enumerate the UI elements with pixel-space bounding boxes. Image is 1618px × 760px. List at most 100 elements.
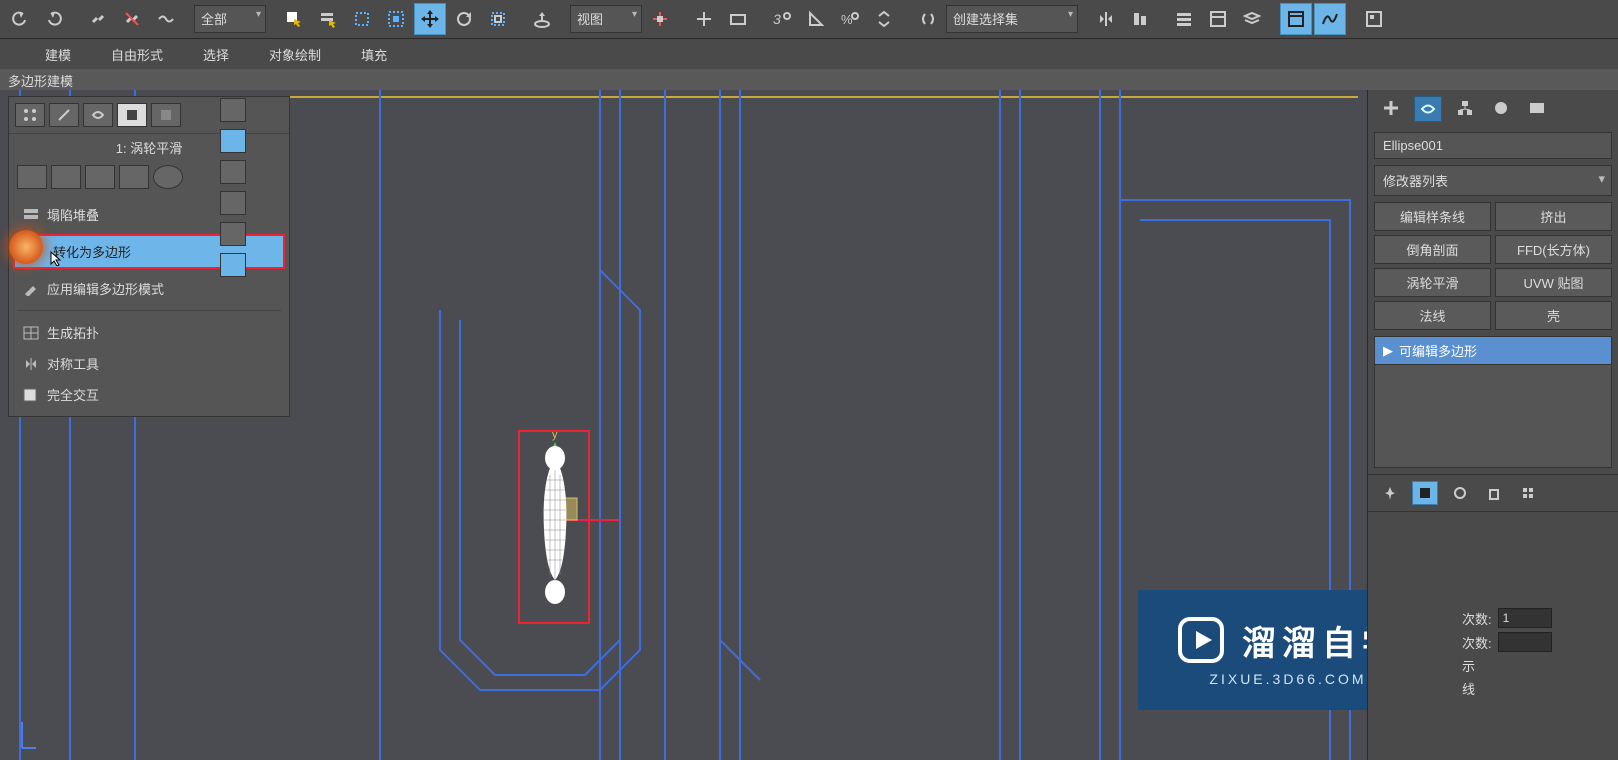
collapse-stack-icon (23, 208, 39, 222)
apply-edit-poly-icon (23, 282, 39, 296)
hierarchy-tab-icon[interactable] (1452, 96, 1478, 120)
btn-uvw-map[interactable]: UVW 贴图 (1495, 268, 1612, 297)
select-and-scale-icon[interactable] (482, 3, 514, 35)
selected-object[interactable]: y x (500, 420, 620, 640)
rect-region-icon[interactable] (346, 3, 378, 35)
stack-btn-5[interactable] (153, 165, 183, 189)
tab-object-paint[interactable]: 对象绘制 (269, 45, 321, 64)
reference-coordinate-label: 视图 (577, 12, 603, 27)
btn-extrude[interactable]: 挤出 (1495, 202, 1612, 231)
dope-sheet-icon[interactable] (1314, 3, 1346, 35)
snap-toggle-icon[interactable]: 3 (766, 3, 798, 35)
btn-bevel-profile[interactable]: 倒角剖面 (1374, 235, 1491, 264)
ribbon-sub-row: 多边形建模 (0, 69, 1618, 91)
side-toggle-3[interactable] (220, 160, 246, 184)
side-toggle-column (218, 96, 278, 282)
select-object-icon[interactable] (278, 3, 310, 35)
edge-mode-icon[interactable] (49, 103, 79, 127)
select-and-place-icon[interactable] (526, 3, 558, 35)
keyboard-shortcut-icon[interactable] (722, 3, 754, 35)
use-pivot-center-icon[interactable] (644, 3, 676, 35)
stack-btn-2[interactable] (51, 165, 81, 189)
percent-snap-icon[interactable]: % (834, 3, 866, 35)
menu-generate-topology[interactable]: 生成拓扑 (9, 317, 289, 348)
btn-shell[interactable]: 壳 (1495, 301, 1612, 330)
spinner-row-1: 次数: (1458, 606, 1618, 630)
btn-edit-spline[interactable]: 编辑样条线 (1374, 202, 1491, 231)
btn-normal[interactable]: 法线 (1374, 301, 1491, 330)
link-icon[interactable] (82, 3, 114, 35)
spinner-snap-icon[interactable] (868, 3, 900, 35)
undo-icon[interactable] (4, 3, 36, 35)
spinner-input-2[interactable] (1498, 632, 1552, 652)
truncated-row-1: 示 (1458, 654, 1618, 677)
side-toggle-4[interactable] (220, 191, 246, 215)
side-toggle-6[interactable] (220, 253, 246, 277)
selection-filter-dropdown[interactable]: 全部 (194, 5, 266, 33)
stack-btn-1[interactable] (17, 165, 47, 189)
curve-editor-icon[interactable] (1280, 3, 1312, 35)
stack-btn-3[interactable] (85, 165, 115, 189)
object-name-field[interactable]: Ellipse001 (1374, 132, 1612, 159)
schematic-view-icon[interactable] (1358, 3, 1390, 35)
mirror-icon[interactable] (1090, 3, 1122, 35)
spinner-input-1[interactable] (1498, 608, 1552, 628)
toggle-ribbon-icon[interactable] (1202, 3, 1234, 35)
side-toggle-2[interactable] (220, 129, 246, 153)
vertex-mode-icon[interactable] (15, 103, 45, 127)
make-unique-icon[interactable] (1448, 482, 1472, 504)
select-and-rotate-icon[interactable] (448, 3, 480, 35)
menu-symmetry-tool[interactable]: 对称工具 (9, 348, 289, 379)
modify-tab-icon[interactable] (1414, 96, 1442, 122)
motion-tab-icon[interactable] (1488, 96, 1514, 120)
stack-item-editable-poly[interactable]: ▶ 可编辑多边形 (1375, 337, 1611, 365)
select-and-move-icon[interactable] (414, 3, 446, 35)
reference-coordinate-dropdown[interactable]: 视图 (570, 5, 642, 33)
named-selection-set-label: 创建选择集 (953, 12, 1018, 27)
cursor-arrow-icon (49, 250, 65, 266)
element-mode-icon[interactable] (151, 103, 181, 127)
polygon-mode-icon[interactable] (117, 103, 147, 127)
pin-stack-icon[interactable] (1378, 482, 1402, 504)
ribbon-tabs: 建模 自由形式 选择 对象绘制 填充 (0, 39, 1618, 69)
world-axis-icon (14, 714, 40, 754)
manage-layers-icon[interactable] (1236, 3, 1268, 35)
display-tab-icon[interactable] (1524, 96, 1550, 120)
stack-item-label: 可编辑多边形 (1399, 341, 1477, 360)
menu-full-interactivity[interactable]: 完全交互 (9, 379, 289, 410)
expand-arrow-icon: ▶ (1383, 343, 1393, 359)
layer-explorer-icon[interactable] (1168, 3, 1200, 35)
stack-btn-4[interactable] (119, 165, 149, 189)
tab-populate[interactable]: 填充 (361, 45, 387, 64)
menu-generate-topology-label: 生成拓扑 (47, 323, 99, 342)
bind-spacewarp-icon[interactable] (150, 3, 182, 35)
named-selection-set-dropdown[interactable]: 创建选择集 (946, 5, 1078, 33)
align-icon[interactable] (1124, 3, 1156, 35)
redo-icon[interactable] (38, 3, 70, 35)
polygon-modeling-label: 多边形建模 (0, 69, 81, 92)
select-manipulate-icon[interactable] (688, 3, 720, 35)
edit-selection-set-icon[interactable] (912, 3, 944, 35)
unlink-icon[interactable] (116, 3, 148, 35)
spinner-area: 次数: 次数: 示 线 (1458, 606, 1618, 700)
create-tab-icon[interactable] (1378, 96, 1404, 120)
generate-topology-icon (23, 326, 39, 340)
svg-text:3: 3 (773, 11, 781, 27)
modifier-stack[interactable]: ▶ 可编辑多边形 (1374, 336, 1612, 468)
side-toggle-1[interactable] (220, 98, 246, 122)
select-by-name-icon[interactable] (312, 3, 344, 35)
side-toggle-5[interactable] (220, 222, 246, 246)
configure-modifier-sets-icon[interactable] (1516, 482, 1540, 504)
tab-selection[interactable]: 选择 (203, 45, 229, 64)
show-end-result-icon[interactable] (1412, 481, 1438, 505)
btn-ffd-box[interactable]: FFD(长方体) (1495, 235, 1612, 264)
angle-snap-icon[interactable] (800, 3, 832, 35)
modifier-list-dropdown[interactable]: 修改器列表 (1374, 165, 1612, 196)
spinner-row-2: 次数: (1458, 630, 1618, 654)
tab-modeling[interactable]: 建模 (45, 45, 71, 64)
window-crossing-icon[interactable] (380, 3, 412, 35)
btn-turbosmooth[interactable]: 涡轮平滑 (1374, 268, 1491, 297)
remove-modifier-icon[interactable] (1482, 482, 1506, 504)
tab-freeform[interactable]: 自由形式 (111, 45, 163, 64)
border-mode-icon[interactable] (83, 103, 113, 127)
